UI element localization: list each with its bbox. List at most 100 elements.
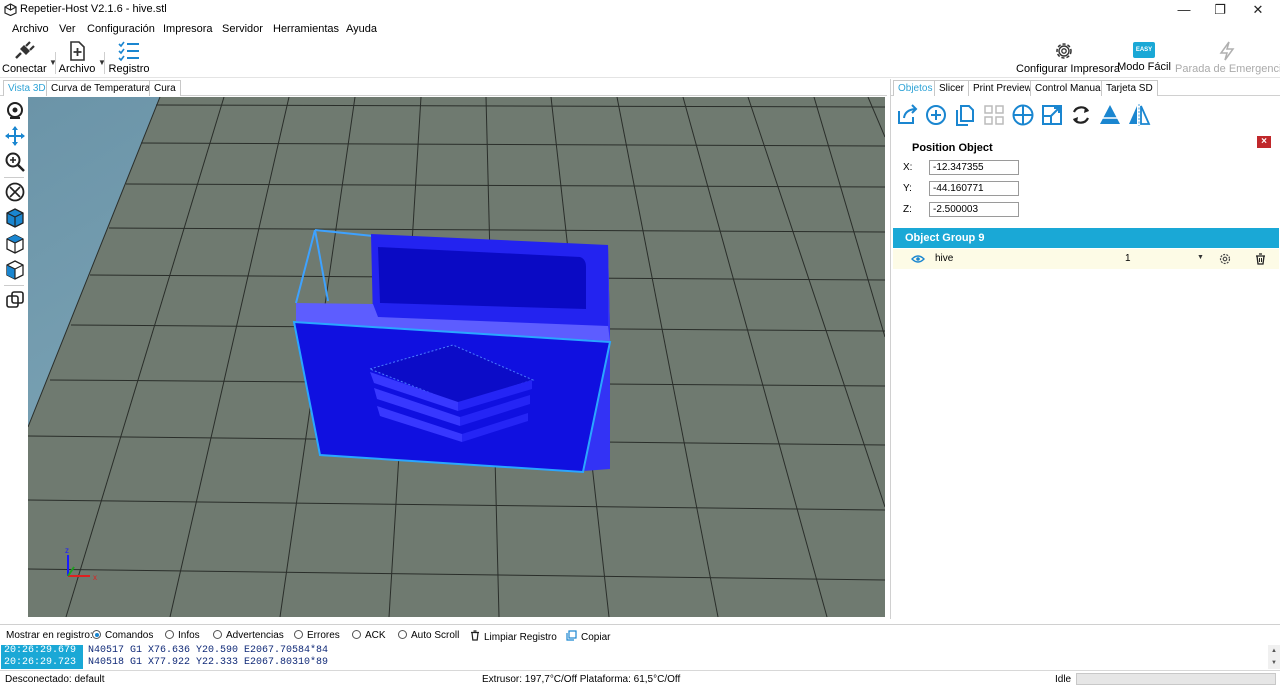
filter-advertencias-label: Advertencias xyxy=(226,630,284,641)
object-group-header[interactable]: Object Group 9 xyxy=(893,228,1279,248)
print-progress-bar xyxy=(1076,673,1276,685)
filter-auto-scroll[interactable]: Auto Scroll xyxy=(398,630,459,641)
clear-log-button[interactable]: Limpiar Registro xyxy=(470,630,557,643)
cube-front-icon[interactable] xyxy=(4,207,26,229)
restore-icon[interactable]: ❐ xyxy=(1202,0,1238,20)
tab-curva-temperatura[interactable]: Curva de Temperatura xyxy=(46,80,156,96)
file-button[interactable]: Archivo xyxy=(58,38,96,78)
filter-comandos[interactable]: Comandos xyxy=(92,630,153,641)
repetier-app-icon xyxy=(4,3,17,16)
tab-cura[interactable]: Cura xyxy=(149,80,181,96)
zoom-icon[interactable] xyxy=(4,151,26,173)
tool-separator xyxy=(4,177,24,178)
rotate-icon[interactable] xyxy=(1069,103,1093,127)
autoposition-icon[interactable] xyxy=(982,103,1006,127)
log-scrollbar[interactable]: ▲ ▼ xyxy=(1268,645,1280,669)
menu-herramientas[interactable]: Herramientas xyxy=(273,23,339,35)
eye-icon[interactable] xyxy=(911,254,925,264)
chevron-down-icon[interactable]: ▼ xyxy=(1197,254,1204,261)
connect-button[interactable]: Conectar xyxy=(2,38,47,78)
parallel-projection-icon[interactable] xyxy=(4,289,26,311)
center-object-icon[interactable] xyxy=(1011,103,1035,127)
rotate-view-icon[interactable] xyxy=(4,100,26,122)
clear-log-label: Limpiar Registro xyxy=(484,632,557,643)
status-bar: Desconectado: default Extrusor: 197,7°C/… xyxy=(0,670,1280,687)
radio-icon xyxy=(398,630,407,639)
menu-servidor[interactable]: Servidor xyxy=(222,23,263,35)
log-line: 20:26:29.679 N40517 G1 X76.636 Y20.590 E… xyxy=(0,645,1268,657)
menu-ver[interactable]: Ver xyxy=(59,23,76,35)
move-view-icon[interactable] xyxy=(4,125,26,147)
filter-ack-label: ACK xyxy=(365,630,386,641)
tab-slicer[interactable]: Slicer xyxy=(934,80,970,96)
log-message: N40517 G1 X76.636 Y20.590 E2067.70584*84 xyxy=(88,645,329,656)
toolbar-separator xyxy=(104,52,105,74)
connection-status: Desconectado: default xyxy=(5,674,105,685)
filter-infos-label: Infos xyxy=(178,630,200,641)
add-object-icon[interactable] xyxy=(924,103,948,127)
minimize-icon[interactable]: — xyxy=(1166,0,1202,20)
tool-separator xyxy=(4,285,24,286)
emergency-stop-button[interactable]: Parada de Emergencia xyxy=(1175,38,1280,78)
filter-ack[interactable]: ACK xyxy=(352,630,386,641)
tab-print-preview[interactable]: Print Preview xyxy=(968,80,1037,96)
cut-icon[interactable] xyxy=(1098,103,1122,127)
main-toolbar: Conectar ▼ Archivo ▼ Registro Configurar… xyxy=(0,38,1280,78)
trash-icon xyxy=(471,630,479,641)
object-tools xyxy=(895,103,1195,129)
log-button[interactable]: Registro xyxy=(108,38,150,78)
easy-mode-button[interactable]: EASY Modo Fácil xyxy=(1117,38,1171,78)
z-position-input[interactable] xyxy=(929,202,1019,217)
cube-top-icon[interactable] xyxy=(4,233,26,255)
filter-errores-label: Errores xyxy=(307,630,340,641)
checklist-icon xyxy=(118,41,139,62)
tab-control-manual[interactable]: Control Manual xyxy=(1030,80,1108,96)
connect-label: Conectar xyxy=(2,63,47,75)
menu-ayuda[interactable]: Ayuda xyxy=(346,23,377,35)
z-label: Z: xyxy=(903,204,912,215)
radio-icon xyxy=(92,630,101,639)
copy-log-button[interactable]: Copiar xyxy=(566,630,610,643)
object-row[interactable]: hive 1 ▼ xyxy=(893,249,1279,269)
y-position-input[interactable] xyxy=(929,181,1019,196)
export-icon[interactable] xyxy=(895,103,919,127)
plug-icon xyxy=(15,41,35,59)
tab-vista-3d[interactable]: Vista 3D xyxy=(3,80,51,96)
title-bar: Repetier-Host V2.1.6 - hive.stl — ❐ ✕ xyxy=(0,0,1280,20)
3d-viewport[interactable]: z x xyxy=(28,97,885,617)
tab-tarjeta-sd[interactable]: Tarjeta SD xyxy=(1101,80,1158,96)
object-name: hive xyxy=(935,253,954,264)
trash-icon[interactable] xyxy=(1255,253,1266,265)
configure-printer-button[interactable]: Configurar Impresora xyxy=(1016,38,1120,78)
filter-advertencias[interactable]: Advertencias xyxy=(213,630,284,641)
tab-objetos[interactable]: Objetos xyxy=(893,80,938,96)
filter-infos[interactable]: Infos xyxy=(165,630,200,641)
cube-side-icon[interactable] xyxy=(4,259,26,281)
x-position-input[interactable] xyxy=(929,160,1019,175)
close-position-icon[interactable]: × xyxy=(1257,136,1271,148)
radio-icon xyxy=(352,630,361,639)
filter-comandos-label: Comandos xyxy=(105,630,154,641)
x-label: X: xyxy=(903,162,913,173)
print-bed-scene: z x xyxy=(28,97,885,617)
position-object-title: Position Object xyxy=(912,142,993,154)
scale-icon[interactable] xyxy=(1040,103,1064,127)
mirror-icon[interactable] xyxy=(1127,103,1151,127)
filter-errores[interactable]: Errores xyxy=(294,630,340,641)
move-object-icon[interactable] xyxy=(4,181,26,203)
window-title: Repetier-Host V2.1.6 - hive.stl xyxy=(20,3,167,15)
log-line: 20:26:29.723 N40518 G1 X77.922 Y22.333 E… xyxy=(0,657,1268,669)
radio-icon xyxy=(213,630,222,639)
copy-object-icon[interactable] xyxy=(953,103,977,127)
configure-printer-label: Configurar Impresora xyxy=(1016,63,1120,75)
object-quantity[interactable]: 1 xyxy=(1125,253,1131,264)
log-filter-bar: Mostrar en registro: Comandos Infos Adve… xyxy=(0,624,1280,644)
temperature-status: Extrusor: 197,7°C/Off Plataforma: 61,5°C… xyxy=(482,674,681,685)
menu-impresora[interactable]: Impresora xyxy=(163,23,213,35)
log-message: N40518 G1 X77.922 Y22.333 E2067.80310*89 xyxy=(88,657,329,668)
menu-archivo[interactable]: Archivo xyxy=(12,23,49,35)
settings-icon[interactable] xyxy=(1219,253,1231,265)
close-window-icon[interactable]: ✕ xyxy=(1240,0,1276,20)
menu-configuracion[interactable]: Configuración xyxy=(87,23,155,35)
svg-text:x: x xyxy=(93,573,97,582)
